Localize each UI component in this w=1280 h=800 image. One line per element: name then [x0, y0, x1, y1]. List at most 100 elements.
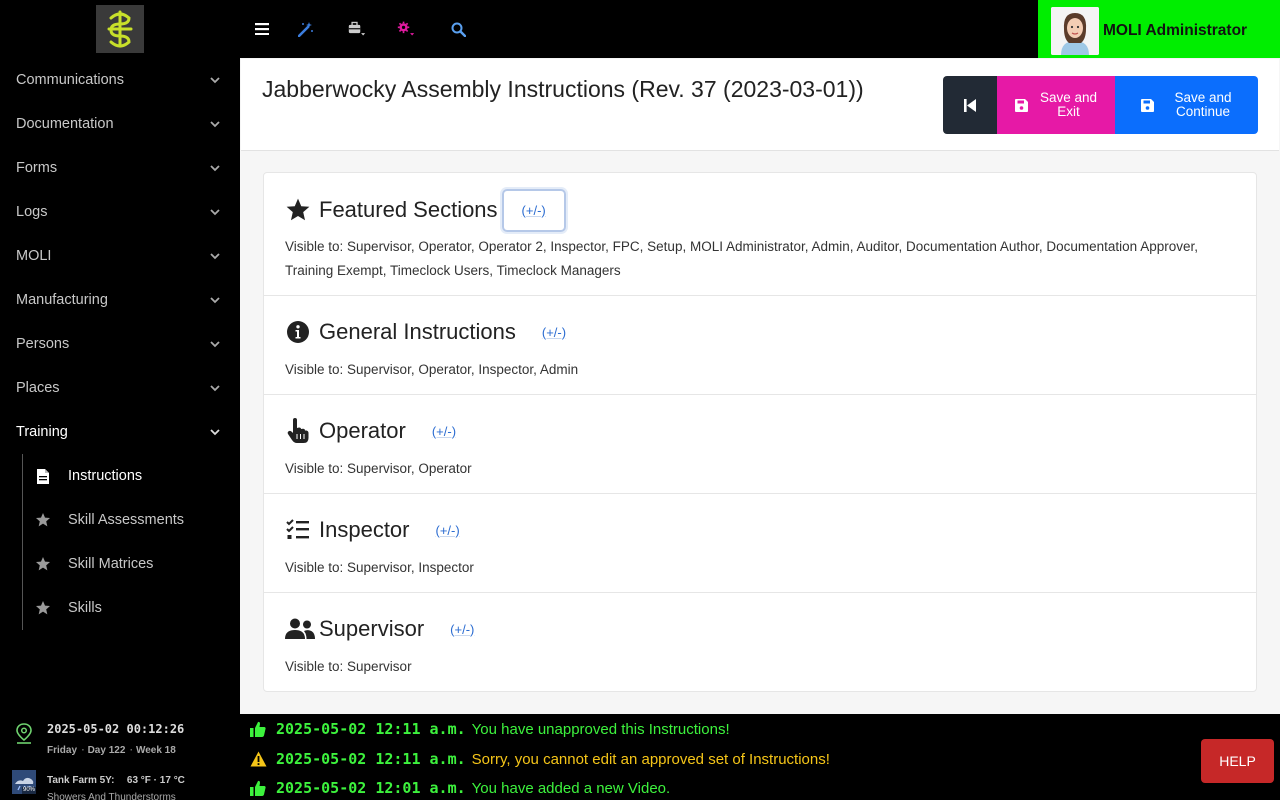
warning-icon: [250, 750, 268, 768]
section-header: Supervisor (+/-): [285, 611, 1235, 647]
sidebar-item-label: Skills: [68, 600, 102, 616]
star-icon: [35, 600, 51, 616]
section-toggle[interactable]: (+/-): [436, 523, 460, 538]
sidebar-item-documentation[interactable]: Documentation: [0, 102, 240, 146]
checklist-icon: [285, 517, 311, 543]
save-and-continue-label: Continue: [1175, 104, 1231, 119]
week-number: Week 18: [135, 745, 176, 756]
sidebar-item-places[interactable]: Places: [0, 366, 240, 410]
sidebar-item-skill-matrices[interactable]: Skill Matrices: [23, 542, 240, 586]
sidebar-item-label: Forms: [16, 160, 58, 176]
save-icon: [1141, 98, 1155, 112]
sidebar-item-instructions[interactable]: Instructions: [23, 454, 240, 498]
section-general-instructions: General Instructions (+/-) Visible to: S…: [264, 296, 1256, 395]
chevron-down-icon: [210, 77, 220, 84]
save-and-exit-label: Exit: [1057, 104, 1080, 119]
section-toggle[interactable]: (+/-): [542, 325, 566, 340]
save-and-exit-button[interactable]: Save and Exit: [997, 76, 1115, 134]
sidebar-item-label: Skill Matrices: [68, 556, 154, 572]
section-operator: Operator (+/-) Visible to: Supervisor, O…: [264, 395, 1256, 494]
sidebar-item-skill-assessments[interactable]: Skill Assessments: [23, 498, 240, 542]
search-icon[interactable]: [449, 20, 467, 38]
section-toggle[interactable]: (+/-): [501, 188, 566, 232]
sidebar-item-label: Communications: [16, 72, 124, 88]
notification-message: You have unapproved this Instructions!: [471, 720, 730, 738]
sidebar-item-label: Logs: [16, 204, 48, 220]
section-header: General Instructions (+/-): [285, 314, 1235, 350]
chevron-down-icon: [210, 253, 220, 260]
toolbox-icon[interactable]: [348, 20, 366, 38]
section-title: General Instructions: [319, 319, 516, 344]
sidebar-item-moli[interactable]: MOLI: [0, 234, 240, 278]
notification-time: 2025-05-02 12:01 a.m.: [276, 779, 466, 797]
chevron-down-icon: [210, 209, 220, 216]
section-visibility: Visible to: Supervisor: [285, 659, 412, 674]
weather-location: Tank Farm 5Y:: [47, 775, 115, 786]
sidebar-item-training[interactable]: Training: [0, 410, 240, 454]
thumbs-up-icon: [250, 720, 268, 738]
save-and-exit-label: Save and: [1039, 90, 1098, 105]
star-icon: [35, 512, 51, 528]
section-title: Operator: [319, 418, 406, 443]
section-header: Inspector (+/-): [285, 512, 1235, 548]
chevron-down-icon: [210, 121, 220, 128]
notification-message: You have added a new Video.: [471, 779, 671, 797]
notification-time: 2025-05-02 12:11 a.m.: [276, 720, 466, 738]
hand-pointer-icon: [285, 418, 311, 444]
chevron-down-icon: [210, 165, 220, 172]
section-inspector: Inspector (+/-) Visible to: Supervisor, …: [264, 494, 1256, 593]
day-of-week: Friday: [47, 745, 78, 756]
sidebar: Communications Documentation Forms Logs …: [0, 0, 240, 800]
save-and-continue-button[interactable]: Save and Continue: [1115, 76, 1258, 134]
section-header: Featured Sections (+/-): [285, 187, 1235, 233]
notification-item: 2025-05-02 12:11 a.m. You have unapprove…: [250, 718, 730, 740]
menu-icon[interactable]: [253, 20, 271, 38]
status-block: 2025-05-02 00:12:26 Friday · Day 122 · W…: [12, 722, 236, 800]
sidebar-item-label: Persons: [16, 336, 70, 352]
sidebar-item-label: Places: [16, 380, 60, 396]
location-pin-icon: [12, 722, 36, 746]
sidebar-item-label: MOLI: [16, 248, 52, 264]
section-title: Supervisor: [319, 616, 425, 641]
notification-item: 2025-05-02 12:01 a.m. You have added a n…: [250, 777, 670, 799]
notification-time: 2025-05-02 12:11 a.m.: [276, 750, 466, 768]
notifications-bar: 2025-05-02 12:11 a.m. You have unapprove…: [240, 714, 1280, 800]
back-button[interactable]: [943, 76, 997, 134]
page-header: Jabberwocky Assembly Instructions (Rev. …: [241, 59, 1279, 151]
sidebar-item-communications[interactable]: Communications: [0, 58, 240, 102]
main-content: Jabberwocky Assembly Instructions (Rev. …: [240, 58, 1280, 714]
section-toggle[interactable]: (+/-): [450, 622, 474, 637]
weather-forecast: Showers And Thunderstorms: [47, 792, 176, 800]
notification-item: 2025-05-02 12:11 a.m. Sorry, you cannot …: [250, 748, 830, 770]
sidebar-item-skills[interactable]: Skills: [23, 586, 240, 630]
user-menu[interactable]: MOLI Administrator: [1038, 0, 1280, 62]
chevron-down-icon: [210, 297, 220, 304]
weather-row: 90% Tank Farm 5Y: 63 °F · 17 °C Showers …: [12, 770, 236, 800]
top-bar: MOLI Administrator: [240, 0, 1280, 62]
sidebar-item-logs[interactable]: Logs: [0, 190, 240, 234]
magic-wand-icon[interactable]: [297, 20, 315, 38]
sidebar-item-forms[interactable]: Forms: [0, 146, 240, 190]
file-icon: [35, 468, 51, 484]
section-toggle[interactable]: (+/-): [432, 424, 456, 439]
weather-badge: 90%: [21, 787, 36, 794]
section-supervisor: Supervisor (+/-) Visible to: Supervisor: [264, 593, 1256, 691]
avatar: [1051, 7, 1099, 55]
weather-temps: 63 °F · 17 °C: [126, 775, 185, 786]
star-icon: [35, 556, 51, 572]
settings-gear-icon[interactable]: [397, 20, 415, 38]
section-visibility: Visible to: Supervisor, Inspector: [285, 560, 474, 575]
page-title: Jabberwocky Assembly Instructions (Rev. …: [262, 76, 864, 102]
sidebar-item-manufacturing[interactable]: Manufacturing: [0, 278, 240, 322]
notification-message: Sorry, you cannot edit an approved set o…: [471, 750, 830, 768]
datetime-row: 2025-05-02 00:12:26 Friday · Day 122 · W…: [12, 722, 236, 758]
save-icon: [1014, 98, 1028, 112]
sidebar-item-label: Training: [16, 424, 68, 440]
section-title: Inspector: [319, 517, 410, 542]
sidebar-item-label: Skill Assessments: [68, 512, 185, 528]
help-button[interactable]: HELP: [1201, 739, 1274, 783]
logo-icon[interactable]: [96, 5, 144, 53]
thumbs-up-icon: [250, 779, 268, 797]
sidebar-item-persons[interactable]: Persons: [0, 322, 240, 366]
info-icon: [285, 319, 311, 345]
